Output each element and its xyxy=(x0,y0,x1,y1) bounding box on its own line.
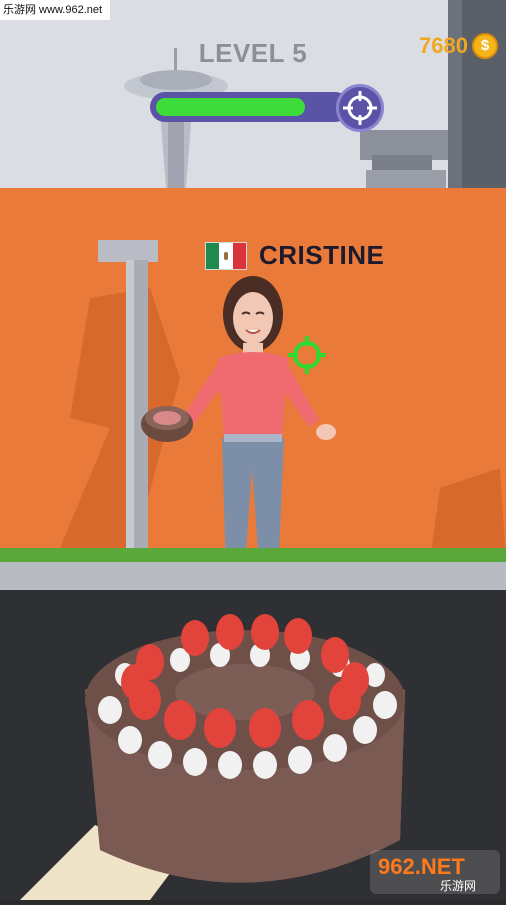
opponent-nameplate: CRISTINE xyxy=(205,240,384,271)
opponent-character xyxy=(141,276,336,586)
aim-crosshair-icon[interactable] xyxy=(286,334,328,376)
watermark-top: 乐游网 www.962.net xyxy=(0,0,110,20)
svg-text:乐游网: 乐游网 xyxy=(440,879,476,893)
watermark-logo: 962.NET 乐游网 xyxy=(370,850,500,894)
coin-count: 7680 xyxy=(419,33,468,58)
target-badge xyxy=(336,84,384,132)
progress-bar xyxy=(150,92,350,122)
opponent-name: CRISTINE xyxy=(259,240,385,270)
crosshair-icon xyxy=(343,91,377,125)
mexico-flag xyxy=(205,241,247,270)
progress-fill xyxy=(156,98,305,116)
coin-counter: 7680 $ xyxy=(419,33,498,59)
grass-strip xyxy=(0,548,506,562)
svg-text:962.NET: 962.NET xyxy=(378,854,465,879)
coin-icon: $ xyxy=(472,33,498,59)
sidewalk xyxy=(0,562,506,590)
